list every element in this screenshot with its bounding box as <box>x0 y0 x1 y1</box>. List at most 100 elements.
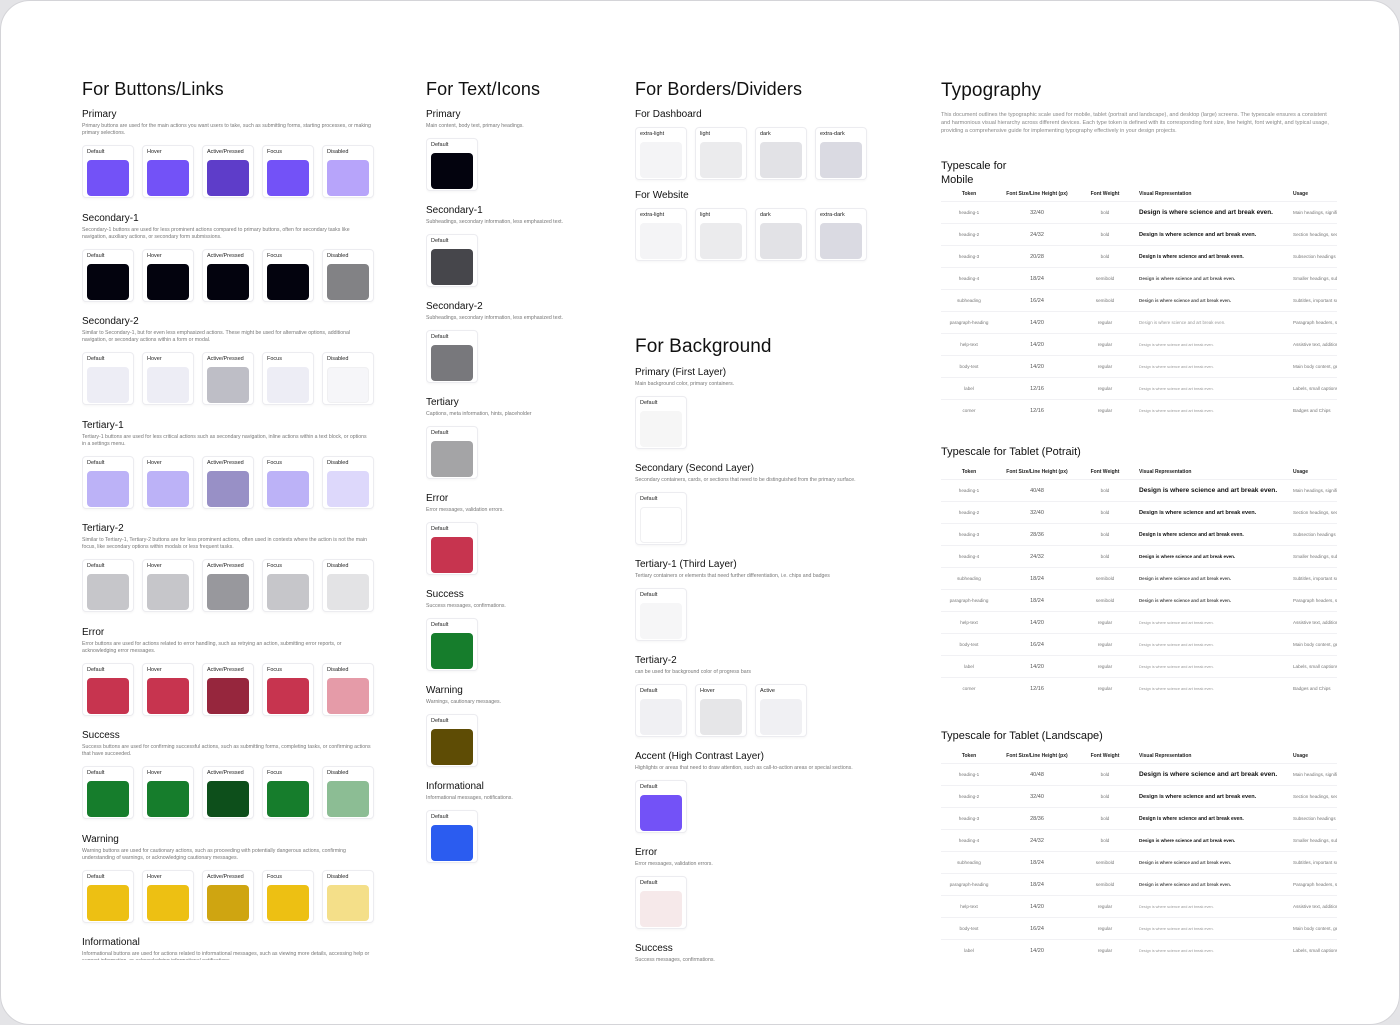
section-description: Main content, body text, primary heading… <box>426 123 524 129</box>
swatch-focus[interactable]: Focus <box>262 352 314 405</box>
swatch-default[interactable]: Default <box>635 396 687 449</box>
swatch-focus[interactable]: Focus <box>262 869 314 923</box>
swatch-default[interactable]: Default <box>82 662 134 716</box>
color-chip <box>820 142 862 178</box>
swatch-focus[interactable]: Focus <box>262 145 314 198</box>
swatch-default[interactable]: Default <box>82 352 134 405</box>
column-header: Visual Representation <box>1139 191 1192 197</box>
swatch-disabled[interactable]: Disabled <box>322 559 374 612</box>
section-error: Error Error messages, validation errors. D… <box>426 493 606 589</box>
swatch-active-pressed[interactable]: Active/Pressed <box>202 145 254 198</box>
section-tertiary-2: Tertiary-2 can be used for background col… <box>635 655 885 751</box>
swatch-default[interactable]: Default <box>635 876 687 929</box>
table-row: paragraph-heading 18/24 semibold Design is … <box>941 873 1337 895</box>
swatch-default[interactable]: Default <box>426 426 478 479</box>
swatch-default[interactable]: Default <box>426 810 478 863</box>
swatch-row: Default <box>426 618 606 671</box>
swatch-default[interactable]: Default <box>426 522 478 575</box>
visual-representation-cell: Design is where science and art break ev… <box>1139 576 1232 581</box>
swatch-extra-dark[interactable]: extra-dark <box>815 208 867 261</box>
color-chip <box>431 729 473 765</box>
section-description: Similar to Secondary-1, but for even les… <box>82 330 351 343</box>
swatch-default[interactable]: Default <box>635 492 687 545</box>
swatch-default[interactable]: Default <box>82 455 134 509</box>
swatch-disabled[interactable]: Disabled <box>322 248 374 302</box>
swatch-disabled[interactable]: Disabled <box>322 766 374 819</box>
swatch-active-pressed[interactable]: Active/Pressed <box>202 455 254 509</box>
swatch-active[interactable]: Active <box>755 684 807 737</box>
swatch-label: Default <box>640 784 658 790</box>
swatch-extra-light[interactable]: extra-light <box>635 127 687 180</box>
swatch-extra-light[interactable]: extra-light <box>635 208 687 261</box>
color-chip <box>267 781 309 817</box>
color-chip <box>640 507 682 543</box>
color-chip <box>820 223 862 259</box>
swatch-focus[interactable]: Focus <box>262 248 314 302</box>
swatch-disabled[interactable]: Disabled <box>322 145 374 198</box>
swatch-hover[interactable]: Hover <box>142 248 194 302</box>
swatch-default[interactable]: Default <box>635 684 687 737</box>
swatch-label: Default <box>431 718 449 724</box>
usage-cell: Subsection headings <box>1293 816 1336 821</box>
swatch-hover[interactable]: Hover <box>142 662 194 716</box>
swatch-disabled[interactable]: Disabled <box>322 662 374 716</box>
swatch-default[interactable]: Default <box>82 145 134 198</box>
swatch-hover[interactable]: Hover <box>142 145 194 198</box>
swatch-default[interactable]: Default <box>635 780 687 833</box>
color-chip <box>147 470 189 507</box>
swatch-default[interactable]: Default <box>82 869 134 923</box>
font-weight-cell: regular <box>1097 386 1113 391</box>
swatch-hover[interactable]: Hover <box>142 869 194 923</box>
color-chip <box>207 781 249 817</box>
swatch-active-pressed[interactable]: Active/Pressed <box>202 352 254 405</box>
section-description: Captions, meta information, hints, place… <box>426 411 532 417</box>
swatch-default[interactable]: Default <box>82 248 134 302</box>
swatch-default[interactable]: Default <box>635 588 687 641</box>
swatch-active-pressed[interactable]: Active/Pressed <box>202 869 254 923</box>
swatch-label: Active <box>760 688 775 694</box>
swatch-default[interactable]: Default <box>426 618 478 671</box>
swatch-active-pressed[interactable]: Active/Pressed <box>202 662 254 716</box>
swatch-active-pressed[interactable]: Active/Pressed <box>202 559 254 612</box>
swatch-focus[interactable]: Focus <box>262 455 314 509</box>
table-row: help-text 14/20 regular Design is where sci… <box>941 895 1337 917</box>
swatch-default[interactable]: Default <box>426 234 478 287</box>
color-chip <box>207 367 249 403</box>
token-cell: heading-2 <box>958 232 980 237</box>
swatch-light[interactable]: light <box>695 127 747 180</box>
swatch-disabled[interactable]: Disabled <box>322 869 374 923</box>
section-secondary-1: Secondary-1 Secondary-1 buttons are used … <box>82 213 382 317</box>
visual-representation-cell: Design is where science and art break ev… <box>1139 948 1214 953</box>
token-cell: heading-4 <box>958 838 980 843</box>
swatch-hover[interactable]: Hover <box>142 455 194 509</box>
swatch-hover[interactable]: Hover <box>142 766 194 819</box>
section-description: Success messages, confirmations. <box>635 957 715 963</box>
swatch-focus[interactable]: Focus <box>262 559 314 612</box>
swatch-default[interactable]: Default <box>82 766 134 819</box>
swatch-default[interactable]: Default <box>82 559 134 612</box>
swatch-hover[interactable]: Hover <box>695 684 747 737</box>
swatch-light[interactable]: light <box>695 208 747 261</box>
column-header: Usage <box>1293 469 1309 475</box>
section-name: Tertiary-2 <box>635 655 677 666</box>
swatch-dark[interactable]: dark <box>755 127 807 180</box>
swatch-hover[interactable]: Hover <box>142 352 194 405</box>
swatch-disabled[interactable]: Disabled <box>322 455 374 509</box>
swatch-disabled[interactable]: Disabled <box>322 352 374 405</box>
swatch-default[interactable]: Default <box>426 330 478 383</box>
table-header: Token Font Size/Line Height (px) Font Weig… <box>941 465 1337 479</box>
swatch-hover[interactable]: Hover <box>142 559 194 612</box>
swatch-extra-dark[interactable]: extra-dark <box>815 127 867 180</box>
usage-cell: Badges and Chips <box>1293 408 1331 413</box>
swatch-default[interactable]: Default <box>426 138 478 191</box>
swatch-dark[interactable]: dark <box>755 208 807 261</box>
section-description: Secondary containers, cards, or sections… <box>635 477 856 483</box>
swatch-default[interactable]: Default <box>426 714 478 767</box>
swatch-row: Default Hover Active <box>635 684 885 737</box>
swatch-active-pressed[interactable]: Active/Pressed <box>202 766 254 819</box>
color-chip <box>700 699 742 735</box>
swatch-active-pressed[interactable]: Active/Pressed <box>202 248 254 302</box>
section-description: Success buttons are used for confirming … <box>82 744 371 757</box>
swatch-focus[interactable]: Focus <box>262 766 314 819</box>
swatch-focus[interactable]: Focus <box>262 662 314 716</box>
